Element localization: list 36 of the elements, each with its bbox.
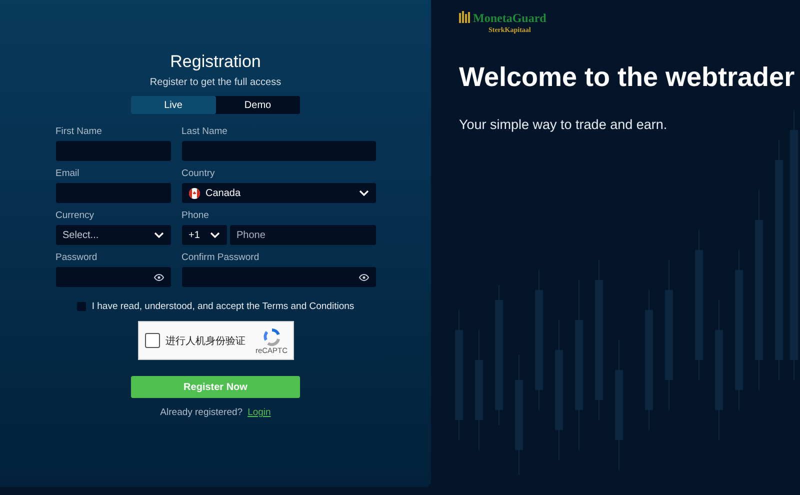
account-type-tab[interactable]: Live <box>131 96 216 114</box>
select-field[interactable]: Select... <box>56 225 170 245</box>
login-link[interactable]: Login <box>248 407 271 418</box>
field-label: Last Name <box>182 126 228 137</box>
password-field[interactable] <box>56 267 170 287</box>
logo-bars-icon <box>459 11 471 23</box>
input-field[interactable] <box>182 141 376 161</box>
eye-icon[interactable] <box>358 274 368 280</box>
captcha-checkbox[interactable] <box>144 333 160 348</box>
chevron-down-icon <box>154 232 164 238</box>
eye-icon[interactable] <box>154 274 164 280</box>
country-code-select[interactable]: +1 <box>182 225 226 245</box>
captcha-label: 进行人机身份验证 <box>166 334 246 348</box>
field-label: Confirm Password <box>182 252 260 263</box>
phone-input[interactable]: Phone <box>230 225 376 245</box>
hero-title: Welcome to the webtrader <box>459 62 796 93</box>
logo-name: MonetaGuard <box>473 11 546 26</box>
input-field[interactable] <box>56 183 170 203</box>
field-label: Currency <box>56 210 96 221</box>
field-label: Country <box>182 168 216 179</box>
chevron-down-icon <box>358 190 368 196</box>
select-field[interactable]: Canada <box>182 183 376 203</box>
field-label: Password <box>56 252 98 263</box>
login-prompt: Already registered? <box>160 407 243 418</box>
input-field[interactable] <box>56 141 170 161</box>
form-subtitle: Register to get the full access <box>150 77 282 88</box>
terms-checkbox[interactable] <box>76 302 86 311</box>
hero-subtitle: Your simple way to trade and earn. <box>459 117 668 132</box>
password-field[interactable] <box>182 267 376 287</box>
terms-label: I have read, understood, and accept the Terms and Conditions <box>92 301 354 312</box>
form-title: Registration <box>170 52 261 72</box>
field-label: Email <box>56 168 80 179</box>
chevron-down-icon <box>210 232 220 238</box>
field-label: First Name <box>56 126 103 137</box>
field-label: Phone <box>182 210 210 221</box>
recaptcha-logo-icon <box>262 328 280 346</box>
